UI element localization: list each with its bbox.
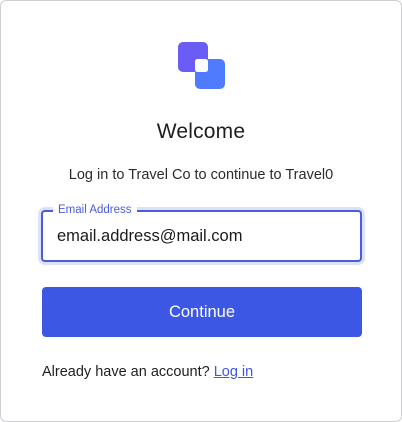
overlapping-squares-logo-icon [178, 42, 225, 89]
continue-button[interactable]: Continue [42, 287, 362, 337]
login-prompt: Already have an account? Log in [42, 364, 253, 380]
login-prompt-text: Already have an account? [42, 364, 210, 380]
email-field-label: Email Address [53, 202, 137, 218]
continue-button-label: Continue [168, 302, 236, 321]
login-card: Welcome Log in to Travel Co to continue … [0, 0, 402, 422]
page-subtitle: Log in to Travel Co to continue to Trave… [68, 167, 334, 183]
email-input[interactable] [57, 227, 347, 246]
page-title: Welcome [156, 120, 246, 143]
login-link[interactable]: Log in [214, 364, 254, 380]
